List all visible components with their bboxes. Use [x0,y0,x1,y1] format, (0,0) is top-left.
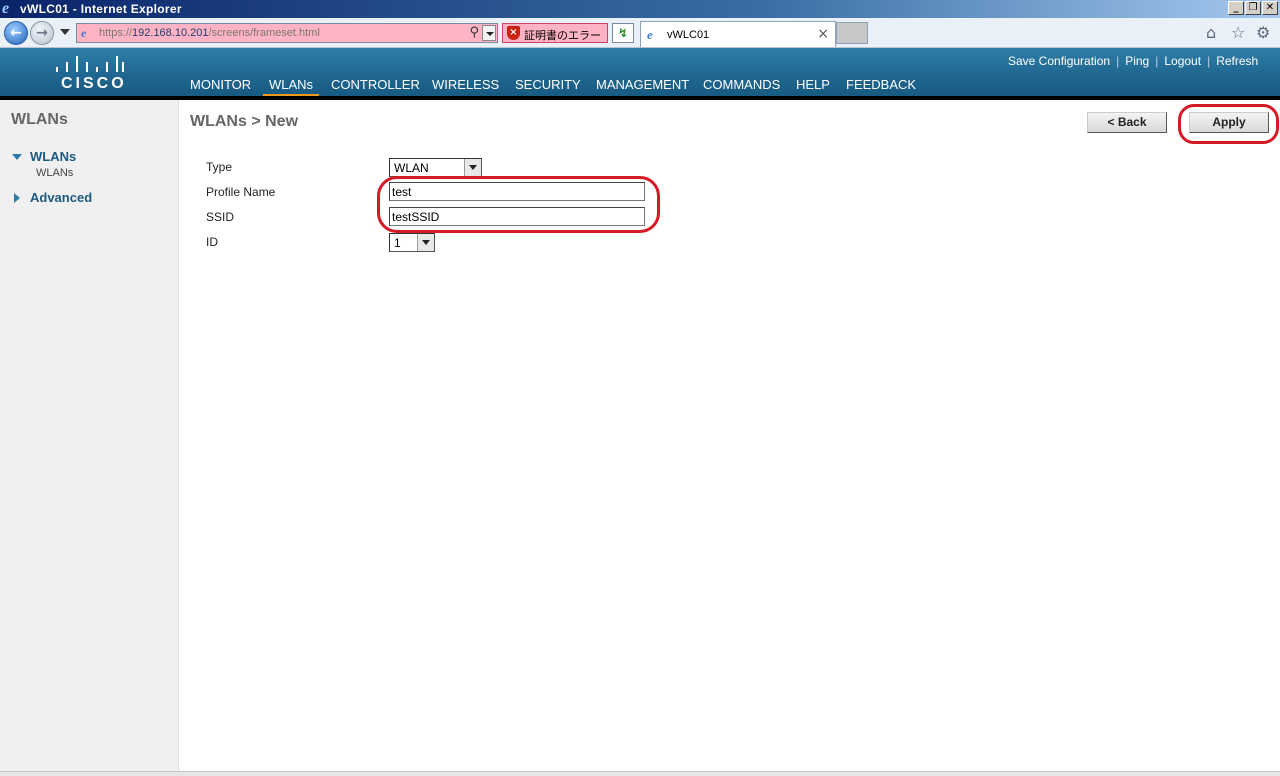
minimize-button[interactable]: _ [1228,1,1244,15]
home-icon[interactable]: ⌂ [1206,25,1216,41]
chevron-down-icon[interactable] [417,234,434,251]
nav-feedback[interactable]: FEEDBACK [846,77,916,98]
back-nav-button[interactable]: ← [4,21,28,45]
history-dropdown-icon[interactable] [60,29,70,35]
nav-management[interactable]: MANAGEMENT [596,77,689,98]
forward-nav-button[interactable]: → [30,21,54,45]
nav-security[interactable]: SECURITY [515,77,581,98]
close-window-button[interactable]: ✕ [1262,1,1278,15]
search-icon[interactable]: ⚲ [469,25,479,40]
chevron-down-icon[interactable] [464,159,481,176]
nav-wlans[interactable]: WLANs [263,77,320,98]
restore-button[interactable]: ❐ [1245,1,1261,15]
gear-icon[interactable]: ⚙ [1256,25,1270,41]
sidebar-title: WLANs [11,111,68,128]
profile-name-label: Profile Name [206,185,276,199]
forward-arrow-icon: → [36,25,48,41]
cisco-logo-text: CISCO [61,75,127,92]
id-select-value: 1 [394,236,401,250]
page-icon: e [81,26,87,40]
url-host: 192.168.10.201 [132,27,209,39]
url-dropdown-button[interactable] [482,25,496,41]
nav-controller[interactable]: CONTROLLER [331,77,420,98]
favorites-star-icon[interactable]: ☆ [1231,25,1245,41]
browser-toolbar: ← → e https://192.168.10.201/screens/fra… [0,18,1280,48]
page-title: WLANs > New [190,113,299,130]
close-tab-icon[interactable]: × [817,26,829,42]
cert-error-badge[interactable]: × 証明書のエラー [502,23,608,43]
id-select[interactable]: 1 [389,233,435,252]
url-path: /screens/frameset.html [208,27,320,39]
nav-commands[interactable]: COMMANDS [703,77,780,98]
tab-favicon-icon: e [647,27,653,42]
address-bar[interactable]: e https://192.168.10.201/screens/framese… [76,23,498,43]
status-bar [0,771,1280,776]
sidebar-subitem-wlans[interactable]: WLANs [36,167,73,179]
refresh-icon: ↯ [617,26,629,40]
wlc-header: CISCO Save Configuration | Ping | Logout | Ref… [0,48,1280,98]
shield-error-icon: × [507,26,520,40]
new-tab-button[interactable] [836,22,868,44]
logout-link[interactable]: Logout [1164,54,1201,68]
type-select[interactable]: WLAN [389,158,482,177]
fields-highlight-mark [377,176,660,233]
ping-link[interactable]: Ping [1125,54,1149,68]
type-label: Type [206,160,233,174]
back-arrow-icon: ← [10,25,22,41]
ssid-label: SSID [206,210,235,224]
expand-right-icon[interactable] [14,193,20,203]
sidebar-item-wlans[interactable]: WLANs [30,149,76,164]
window-titlebar: e vWLC01 - Internet Explorer _ ❐ ✕ [0,0,1280,18]
url-text[interactable]: https://192.168.10.201/screens/frameset.… [99,27,320,39]
cert-error-text: 証明書のエラー [524,29,601,42]
id-label: ID [206,235,218,249]
nav-help[interactable]: HELP [796,77,830,98]
refresh-link[interactable]: Refresh [1216,54,1258,68]
main-content: WLANs > New < Back Apply Type WLAN Profi… [180,100,1280,771]
back-button[interactable]: < Back [1087,112,1167,133]
browser-tab[interactable]: e vWLC01 × [640,21,836,47]
url-prefix: https:// [99,27,133,39]
type-select-value: WLAN [394,161,429,175]
refresh-compat-button[interactable]: ↯ [612,23,634,43]
nav-monitor[interactable]: MONITOR [190,77,251,98]
save-configuration-link[interactable]: Save Configuration [1008,54,1110,68]
window-title: vWLC01 - Internet Explorer [20,2,182,16]
tab-title: vWLC01 [667,29,710,41]
ie-logo-icon: e [2,0,10,17]
sidebar-item-advanced[interactable]: Advanced [30,190,92,205]
cisco-logo-bars-icon [56,56,128,72]
top-links: Save Configuration | Ping | Logout | Refresh [1008,54,1259,68]
nav-wireless[interactable]: WIRELESS [432,77,499,98]
expand-down-icon[interactable] [12,154,22,160]
apply-highlight-mark [1178,104,1279,144]
sidebar: WLANs WLANs WLANs Advanced [0,100,179,771]
